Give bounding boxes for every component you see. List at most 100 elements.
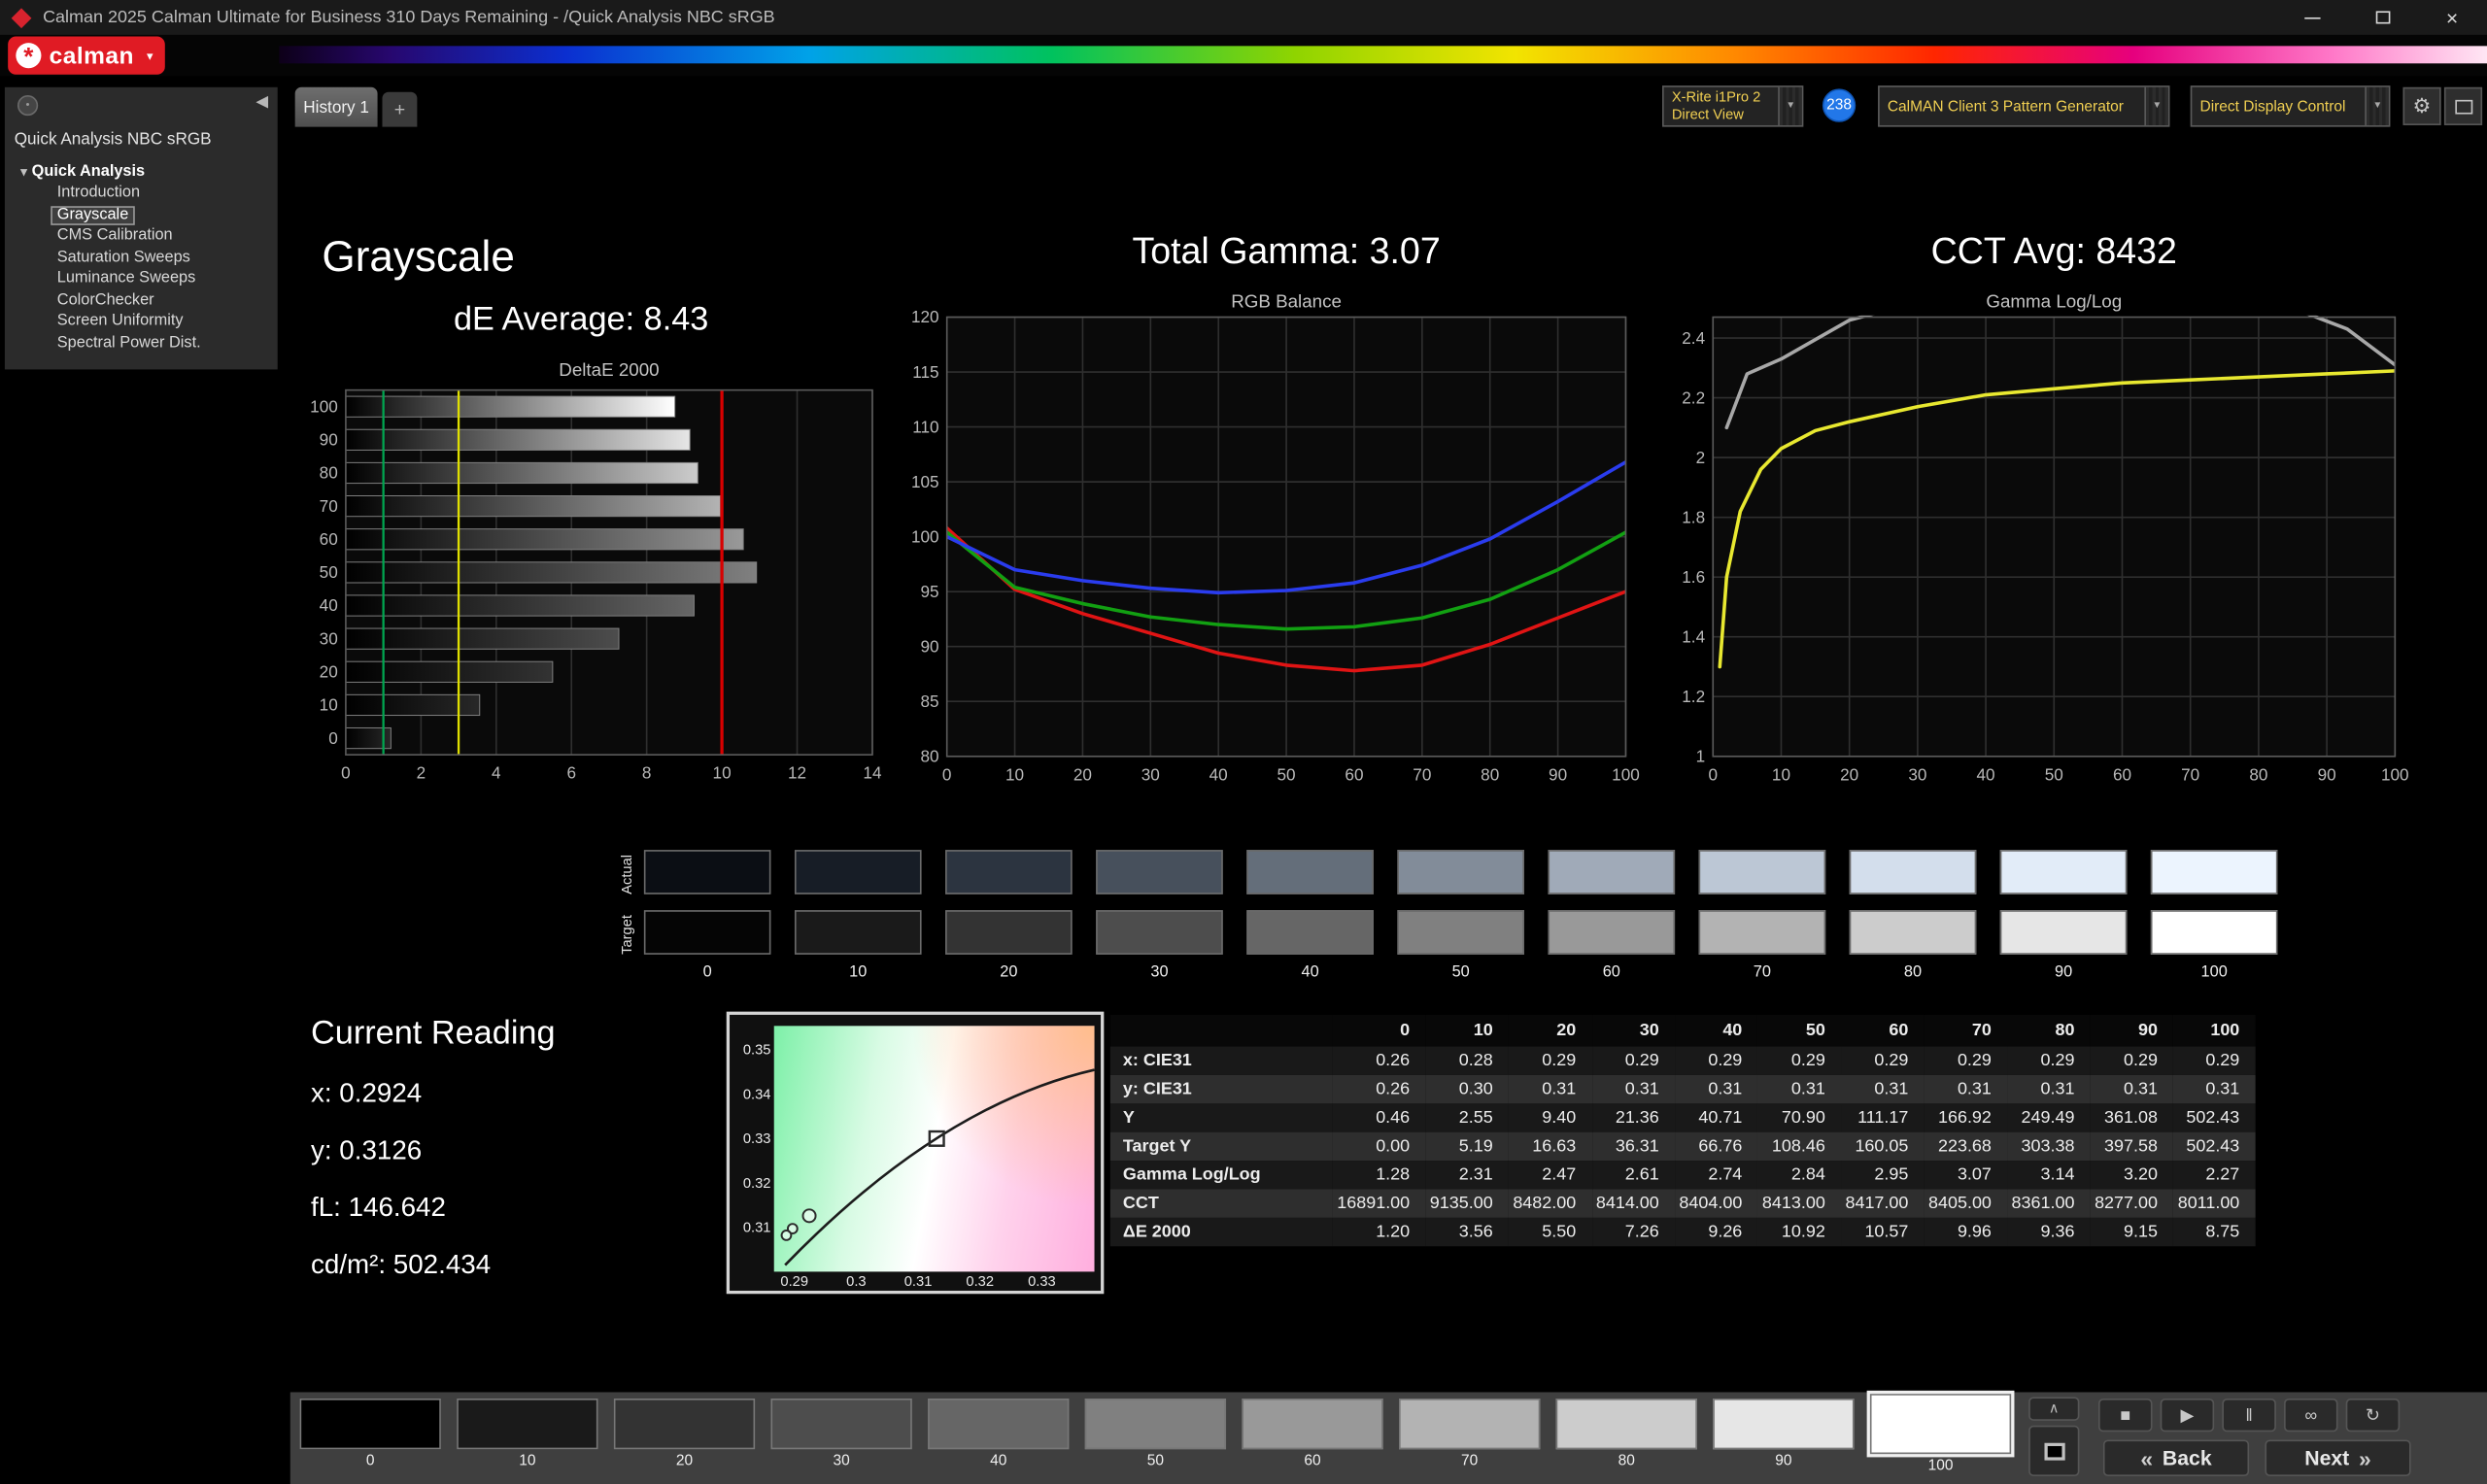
meter-count-badge[interactable]: 238	[1823, 88, 1856, 121]
table-cell: 108.46	[1758, 1132, 1842, 1161]
swatch-level-0: 0	[644, 964, 771, 982]
minimize-button[interactable]	[2277, 0, 2347, 35]
pattern-generator-dropdown[interactable]: CalMAN Client 3 Pattern Generator ▼	[1878, 85, 2169, 126]
swatch-level-20: 20	[945, 964, 1073, 982]
table-cell: 2.95	[1841, 1161, 1925, 1189]
pattern-patch-30[interactable]: 30	[770, 1399, 911, 1474]
svg-text:120: 120	[911, 307, 939, 326]
grayscale-swatch-strip: Actual Target 0102030405060708090100	[587, 847, 2316, 993]
target-swatch-60	[1548, 910, 1675, 955]
display-control-dropdown[interactable]: Direct Display Control ▼	[2191, 85, 2391, 126]
sidebar-item-screen-uniformity[interactable]: Screen Uniformity	[52, 314, 188, 330]
table-cell: 9.40	[1509, 1103, 1592, 1131]
maximize-icon	[2375, 11, 2390, 23]
sidebar-circle-button[interactable]: •	[17, 95, 38, 116]
sidebar-item-saturation-sweeps[interactable]: Saturation Sweeps	[52, 250, 195, 266]
table-row-y-cie31: y: CIE310.260.300.310.310.310.310.310.31…	[1110, 1075, 2256, 1103]
pattern-bottom-bar: 010203040506070 80 90100 ∧ ■ ▶ ‖ ∞ ↻ « Bac…	[290, 1392, 2487, 1484]
calman-logo-menu[interactable]: * calman ▾	[8, 37, 164, 75]
tree-root-quick-analysis[interactable]: ▾ Quick Analysis	[20, 163, 274, 181]
pattern-generator-label: CalMAN Client 3 Pattern Generator	[1880, 97, 2131, 115]
table-cell: 303.38	[2007, 1132, 2091, 1161]
svg-text:1.8: 1.8	[1682, 507, 1705, 526]
table-col-40: 40	[1675, 1015, 1758, 1047]
patch-color	[1085, 1399, 1226, 1449]
table-cell: 1.28	[1332, 1161, 1425, 1189]
table-cell: 2.55	[1426, 1103, 1510, 1131]
close-button[interactable]: ×	[2417, 0, 2487, 35]
pause-button[interactable]: ‖	[2222, 1399, 2276, 1432]
pattern-patch-20[interactable]: 20	[614, 1399, 755, 1474]
layout-button[interactable]	[2444, 87, 2482, 125]
table-col-0: 0	[1332, 1015, 1425, 1047]
sidebar-item-cms-calibration[interactable]: CMS Calibration	[52, 228, 178, 245]
table-cell: 8482.00	[1509, 1189, 1592, 1217]
svg-text:105: 105	[911, 472, 939, 491]
table-cell: 0.26	[1332, 1047, 1425, 1075]
swatch-level-labels: 0102030405060708090100	[644, 964, 2278, 982]
pattern-patch-10[interactable]: 10	[457, 1399, 597, 1474]
actual-swatch-row	[644, 850, 2278, 894]
svg-text:0: 0	[341, 763, 351, 783]
loop-button[interactable]: ∞	[2284, 1399, 2338, 1432]
settings-button[interactable]: ⚙	[2402, 87, 2440, 125]
gear-icon: ⚙	[2413, 93, 2432, 118]
sidebar-item-colorchecker[interactable]: ColorChecker	[52, 292, 159, 309]
pattern-patch-40[interactable]: 40	[928, 1399, 1069, 1474]
sidebar-item-grayscale[interactable]: Grayscale	[52, 207, 133, 223]
table-cell: 9.15	[2091, 1218, 2174, 1246]
table-cell: 9.96	[1925, 1218, 2008, 1246]
table-cell: 0.29	[1592, 1047, 1676, 1075]
pattern-patch-100[interactable]: 100	[1870, 1399, 2011, 1474]
table-cell: 249.49	[2007, 1103, 2091, 1131]
svg-text:50: 50	[1278, 764, 1296, 782]
pattern-patch-50[interactable]: 50	[1085, 1399, 1226, 1474]
sidebar-item-spectral-power-dist[interactable]: Spectral Power Dist.	[52, 335, 206, 352]
table-cell: 0.00	[1332, 1132, 1425, 1161]
svg-text:0: 0	[942, 764, 952, 782]
sidebar-item-introduction[interactable]: Introduction	[52, 186, 145, 202]
cie-chart	[774, 1026, 1095, 1271]
row-label-cct: CCT	[1110, 1189, 1333, 1217]
sidebar-item-luminance-sweeps[interactable]: Luminance Sweeps	[52, 271, 200, 287]
refresh-button[interactable]: ↻	[2346, 1399, 2401, 1432]
pattern-patch-90[interactable]: 90	[1713, 1399, 1854, 1474]
stop-button[interactable]: ■	[2098, 1399, 2153, 1432]
patch-color	[614, 1399, 755, 1449]
table-cell: 0.31	[2091, 1075, 2174, 1103]
next-button[interactable]: Next »	[2265, 1439, 2410, 1476]
table-cell: 8361.00	[2007, 1189, 2091, 1217]
deltae-chart: 024681012141009080706050403020100	[290, 381, 885, 785]
svg-text:40: 40	[1977, 764, 1995, 782]
table-cell: 8011.00	[2173, 1189, 2255, 1217]
pattern-patch-80[interactable]: 80	[1556, 1399, 1697, 1474]
svg-text:40: 40	[320, 595, 338, 615]
svg-text:30: 30	[1141, 764, 1160, 782]
de-average-value: dE Average: 8.43	[454, 301, 708, 339]
back-button[interactable]: « Back	[2103, 1439, 2249, 1476]
meter-dropdown[interactable]: X-Rite i1Pro 2Direct View ▼	[1662, 85, 1803, 126]
layout-icon	[2455, 99, 2472, 114]
pattern-patch-60[interactable]: 60	[1242, 1399, 1382, 1474]
svg-text:80: 80	[920, 746, 938, 765]
pattern-patch-0[interactable]: 0	[300, 1399, 441, 1474]
pattern-window-button[interactable]	[2028, 1426, 2079, 1476]
patch-color	[457, 1399, 597, 1449]
rgb-balance-chart: 8085909510010511011512001020304050607080…	[885, 306, 1647, 782]
patch-label: 80	[1556, 1453, 1697, 1470]
table-cell: 0.29	[1509, 1047, 1592, 1075]
actual-swatch-20	[945, 850, 1073, 894]
pattern-patch-70[interactable]: 70	[1399, 1399, 1540, 1474]
play-button[interactable]: ▶	[2161, 1399, 2215, 1432]
add-tab-button[interactable]: +	[382, 92, 417, 127]
table-cell: 66.76	[1675, 1132, 1758, 1161]
calman-app-window: Calman 2025 Calman Ultimate for Business…	[0, 0, 2487, 1484]
workflow-sidebar: • ◀ Quick Analysis NBC sRGB ▾ Quick Anal…	[5, 87, 278, 370]
tab-history-1[interactable]: History 1	[295, 87, 378, 127]
table-cell: 8405.00	[1925, 1189, 2008, 1217]
spectrum-stripe	[279, 46, 2487, 63]
table-cell: 3.14	[2007, 1161, 2091, 1189]
panel-expand-button[interactable]: ∧	[2028, 1397, 2079, 1420]
sidebar-collapse-icon[interactable]: ◀	[256, 93, 268, 111]
maximize-button[interactable]	[2347, 0, 2417, 35]
